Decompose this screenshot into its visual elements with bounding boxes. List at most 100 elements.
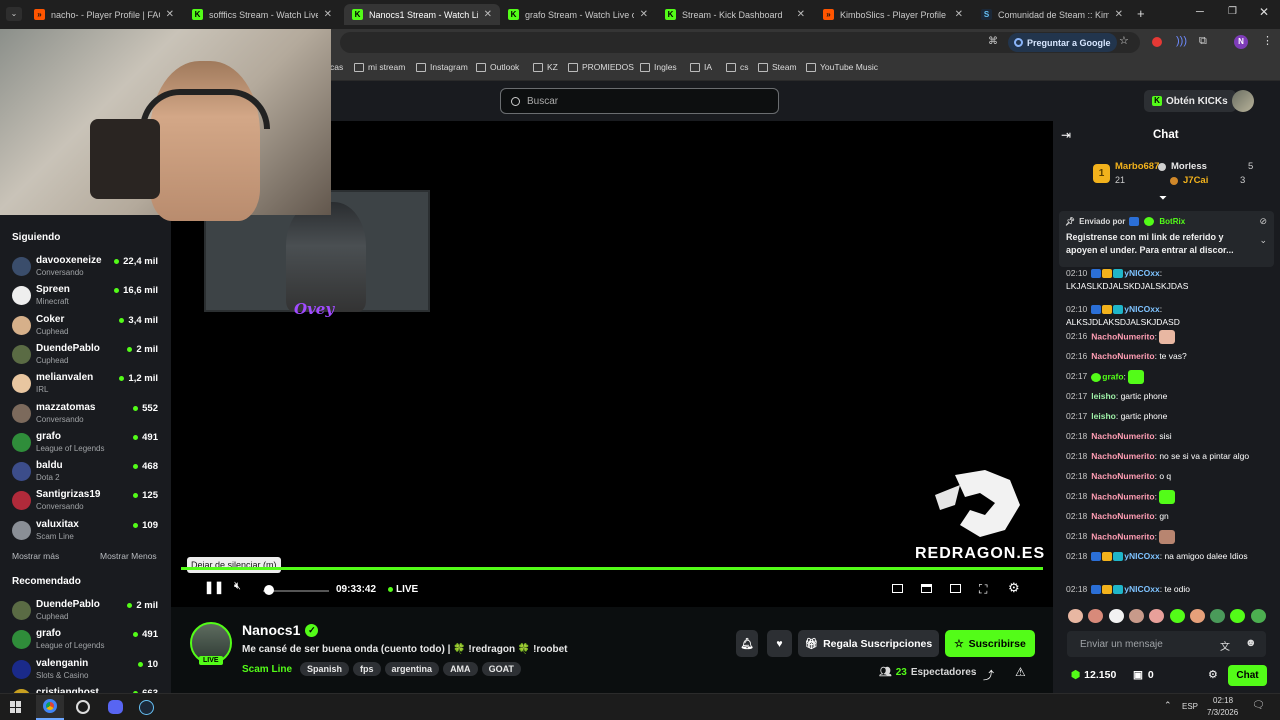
profile-avatar[interactable]: N (1234, 35, 1248, 49)
quick-emote-icon[interactable] (1108, 609, 1124, 623)
sidebar-channel[interactable]: valuxitax Scam Line 109 (12, 517, 162, 545)
bookmark-item[interactable]: Steam (758, 62, 797, 72)
stream-tag[interactable]: fps (353, 662, 381, 676)
sidebar-channel[interactable]: Coker Cuphead 3,4 mil (12, 312, 162, 340)
message-username[interactable]: NachoNumerito (1091, 491, 1154, 501)
sidebar-channel[interactable]: baldu Dota 2 468 (12, 458, 162, 486)
quick-emote-icon[interactable] (1149, 609, 1165, 623)
show-more-button[interactable]: Mostrar más (12, 551, 59, 561)
streamer-name[interactable]: Nanocs1 (242, 622, 300, 638)
stream-tag[interactable]: GOAT (481, 662, 521, 676)
browser-tab[interactable]: » KimboSlics - Player Profile | FACEIT ✕ (815, 4, 971, 25)
message-username[interactable]: NachoNumerito (1091, 351, 1154, 361)
channel-points[interactable]: ⬢ 12.150 (1071, 669, 1116, 681)
stream-tag[interactable]: AMA (443, 662, 478, 676)
bookmark-item[interactable]: KZ (533, 62, 558, 72)
stream-tag[interactable]: argentina (384, 662, 440, 676)
emoji-picker-icon[interactable]: ☻ (1245, 637, 1257, 649)
stream-category[interactable]: Scam Line (242, 664, 292, 675)
browser-tab[interactable]: Ksofffics Stream - Watch Live on Kick ✕ (184, 4, 340, 25)
obs-taskbar-icon[interactable] (76, 700, 90, 714)
sidebar-channel[interactable]: valenganin Slots & Casino 10 (12, 656, 162, 684)
theater-mode-icon[interactable] (892, 584, 903, 593)
extension-red-icon[interactable] (1152, 37, 1162, 47)
close-tab-icon[interactable]: ✕ (1115, 9, 1123, 20)
volume-muted-icon[interactable]: 🔇︎ (234, 580, 241, 593)
sidebar-channel[interactable]: DuendePablo Cuphead 2 mil (12, 597, 162, 625)
chat-message[interactable]: 02:18 NachoNumerito: no se si va a pintar… (1066, 450, 1271, 463)
message-username[interactable]: NachoNumerito (1091, 511, 1154, 521)
sidebar-channel[interactable]: grafo League of Legends 491 (12, 429, 162, 457)
keyboard-language[interactable]: ESP (1182, 702, 1198, 711)
chat-message[interactable]: 02:18 NachoNumerito: gn (1066, 510, 1271, 523)
quick-emote-icon[interactable] (1230, 609, 1246, 623)
pip-icon[interactable] (950, 584, 961, 593)
chat-message[interactable]: 02:18 NachoNumerito: (1066, 530, 1271, 544)
message-username[interactable]: NachoNumerito (1091, 431, 1154, 441)
close-tab-icon[interactable]: ✕ (640, 9, 648, 20)
bookmark-item[interactable]: IA (690, 62, 712, 72)
message-username[interactable]: yNICOxx (1124, 304, 1159, 314)
pause-button[interactable]: ❚❚ (204, 580, 224, 594)
bookmark-item[interactable]: cas (330, 62, 343, 72)
quick-emote-icon[interactable] (1210, 609, 1226, 623)
message-username[interactable]: leisho (1091, 391, 1116, 401)
translate-icon[interactable]: ⌘ (988, 36, 998, 47)
message-username[interactable]: yNICOxx (1124, 268, 1159, 278)
user-avatar[interactable] (1232, 90, 1254, 112)
search-input[interactable]: Buscar (500, 88, 779, 114)
quick-emote-icon[interactable] (1068, 609, 1083, 623)
chat-message[interactable]: 02:10 yNICOxx: LKJASLKDJALSKDJALSKJDAS (1066, 267, 1271, 293)
gifts-counter[interactable]: ▣ 0 (1133, 669, 1154, 681)
chat-input[interactable]: Enviar un mensaje (1067, 631, 1266, 657)
settings-gear-icon[interactable]: ⚙ (1008, 580, 1020, 596)
chat-message[interactable]: 02:18 NachoNumerito: o q (1066, 470, 1271, 483)
ask-google-button[interactable]: Preguntar a Google (1008, 33, 1117, 52)
close-tab-icon[interactable]: ✕ (955, 9, 963, 20)
bookmark-item[interactable]: Instagram (416, 62, 468, 72)
leader-name[interactable]: Morless (1171, 161, 1207, 172)
message-username[interactable]: NachoNumerito (1091, 471, 1154, 481)
windows-start-icon[interactable] (10, 701, 22, 713)
sidebar-channel[interactable]: mazzatomas Conversando 552 (12, 400, 162, 428)
volume-slider-handle[interactable] (264, 585, 274, 595)
sidebar-channel[interactable]: davooxeneize Conversando 22,4 mil (12, 253, 162, 281)
clip-icon[interactable] (921, 584, 932, 593)
minimize-button[interactable]: ─ (1196, 6, 1204, 18)
browser-tab[interactable]: K Nanocs1 Stream - Watch Live on Kick ✕ (344, 4, 500, 25)
message-username[interactable]: NachoNumerito (1091, 531, 1154, 541)
quick-emote-icon[interactable] (1088, 609, 1104, 623)
tray-chevron-icon[interactable]: ⌃ (1164, 700, 1172, 711)
message-username[interactable]: NachoNumerito (1091, 451, 1154, 461)
sidebar-channel[interactable]: melianvalen IRL 1,2 mil (12, 370, 162, 398)
chat-message[interactable]: 02:17 grafo: (1066, 370, 1271, 384)
leader-name[interactable]: J7Cai (1183, 175, 1208, 186)
restore-button[interactable]: ❐ (1228, 6, 1237, 17)
bookmark-item[interactable]: YouTube Music (806, 62, 878, 72)
expand-pinned-icon[interactable]: ⌄ (1259, 235, 1267, 246)
message-username[interactable]: yNICOxx (1124, 551, 1159, 561)
get-kicks-button[interactable]: K Obtén KICKs (1144, 90, 1236, 112)
close-tab-icon[interactable]: ✕ (797, 9, 805, 20)
chrome-taskbar-icon[interactable] (36, 695, 64, 720)
bookmark-item[interactable]: cs (726, 62, 749, 72)
unpin-icon[interactable]: ⊘ (1259, 216, 1267, 227)
sidebar-channel[interactable]: grafo League of Legends 491 (12, 626, 162, 654)
stream-tag[interactable]: Spanish (300, 662, 350, 676)
notifications-bell-button[interactable]: 🔔︎ (736, 630, 758, 657)
fullscreen-icon[interactable]: ⛶ (979, 582, 987, 597)
chat-message[interactable]: 02:18 NachoNumerito: (1066, 490, 1271, 504)
quick-emote-icon[interactable] (1128, 609, 1144, 623)
sidebar-channel[interactable]: DuendePablo Cuphead 2 mil (12, 341, 162, 369)
sidebar-channel[interactable]: Santigrizas19 Conversando 125 (12, 487, 162, 515)
share-icon[interactable]: ⤴ (983, 667, 994, 683)
browser-tab[interactable]: Kgrafo Stream - Watch Live on Kick ✕ (500, 4, 656, 25)
discord-taskbar-icon[interactable] (108, 700, 123, 714)
gift-subs-button[interactable]: 🎁︎ Regala Suscripciones (798, 630, 939, 657)
bookmark-star-icon[interactable]: ☆ (1119, 34, 1129, 47)
message-username[interactable]: yNICOxx (1124, 584, 1159, 594)
browser-menu-icon[interactable]: ⋮ (1262, 34, 1273, 47)
chat-message[interactable]: 02:18 NachoNumerito: sisi (1066, 430, 1271, 443)
chat-message[interactable]: 02:18 yNICOxx: na amigoo dalee Idios (1066, 550, 1271, 563)
message-username[interactable]: grafo (1102, 371, 1123, 381)
